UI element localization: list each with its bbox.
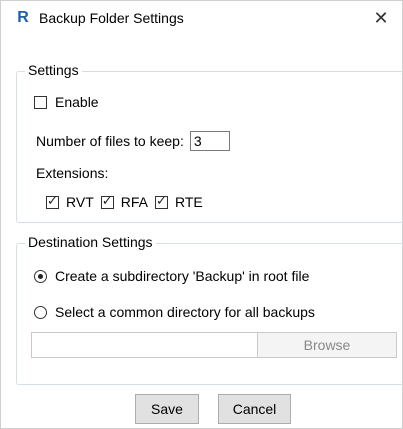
subdirectory-option-label: Create a subdirectory 'Backup' in root f… xyxy=(55,268,310,284)
backup-path-input[interactable] xyxy=(31,332,258,358)
save-button[interactable]: Save xyxy=(135,394,199,424)
ext-rte-checkbox[interactable] xyxy=(154,194,168,209)
cancel-button[interactable]: Cancel xyxy=(218,394,291,424)
ext-rvt-label: RVT xyxy=(66,194,94,210)
ext-rfa-label: RFA xyxy=(120,194,148,210)
files-to-keep-row: Number of files to keep: 3 xyxy=(36,131,230,151)
subdirectory-option-row: Create a subdirectory 'Backup' in root f… xyxy=(34,268,309,284)
ext-rfa-checkbox[interactable] xyxy=(100,194,114,209)
title-bar: R Backup Folder Settings ✕ xyxy=(1,1,402,35)
settings-group-label: Settings xyxy=(25,62,82,78)
revit-app-icon: R xyxy=(15,10,31,26)
enable-checkbox[interactable] xyxy=(34,95,47,109)
ext-rvt-checkbox[interactable] xyxy=(46,194,59,209)
enable-row: Enable xyxy=(34,94,99,110)
destination-group-label: Destination Settings xyxy=(25,234,156,250)
files-to-keep-label: Number of files to keep: xyxy=(36,133,184,149)
common-directory-radio[interactable] xyxy=(34,305,47,319)
common-directory-option-label: Select a common directory for all backup… xyxy=(55,304,315,320)
browse-button[interactable]: Browse xyxy=(257,332,397,358)
backup-folder-settings-dialog: R Backup Folder Settings ✕ Settings Enab… xyxy=(0,0,403,429)
common-directory-option-row: Select a common directory for all backup… xyxy=(34,304,315,320)
close-icon[interactable]: ✕ xyxy=(366,3,396,33)
ext-rte-label: RTE xyxy=(174,194,203,210)
subdirectory-radio[interactable] xyxy=(34,269,47,283)
enable-label: Enable xyxy=(55,94,99,110)
dialog-title: Backup Folder Settings xyxy=(39,10,184,26)
extensions-row: RVT RFA RTE xyxy=(46,194,203,210)
extensions-label: Extensions: xyxy=(36,165,109,181)
files-to-keep-input[interactable]: 3 xyxy=(189,131,230,151)
